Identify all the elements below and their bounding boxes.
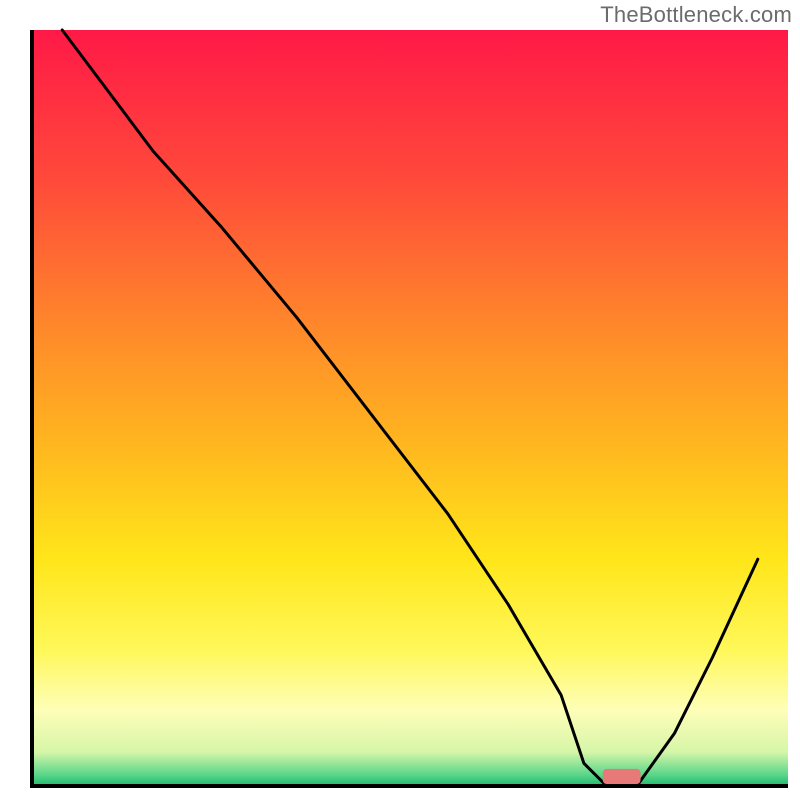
watermark-text: TheBottleneck.com (600, 2, 792, 28)
chart-container: TheBottleneck.com (0, 0, 800, 800)
bottleneck-chart (0, 0, 800, 800)
optimal-marker (603, 769, 641, 784)
plot-area (32, 30, 788, 786)
